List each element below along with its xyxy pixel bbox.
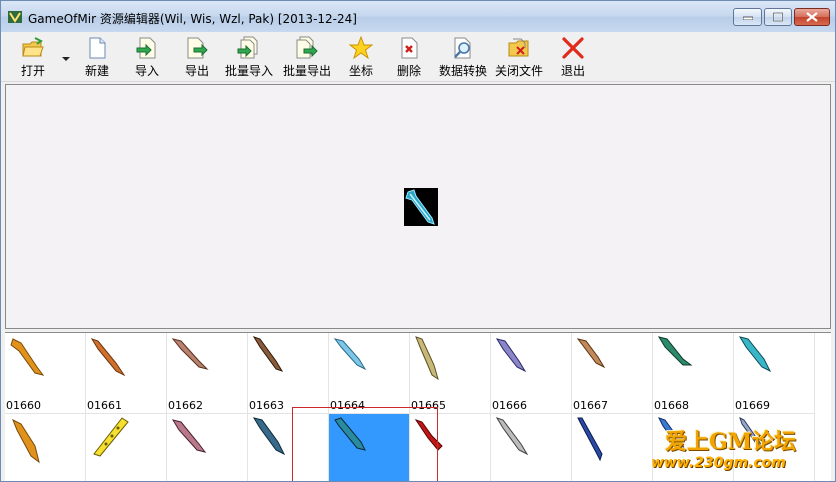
- weapon-thumbnail-image: [90, 338, 126, 377]
- weapon-thumbnail-image: [495, 417, 529, 456]
- weapon-thumbnail-image: [577, 417, 603, 462]
- close-file-button[interactable]: 关闭文件: [491, 34, 547, 80]
- open-button[interactable]: 打开: [11, 34, 55, 80]
- thumbnail-cell[interactable]: 01669: [734, 333, 815, 414]
- preview-sword-image: [404, 188, 438, 226]
- batch-import-icon: [237, 36, 258, 59]
- data-convert-button[interactable]: 数据转换: [435, 34, 491, 80]
- thumbnail-cell[interactable]: [86, 414, 167, 481]
- toolbar: 打开 新建 导入 导出 批量导入 批量导出 坐标 删除 数据转换 关闭文件 退出: [1, 32, 835, 82]
- import-icon: [136, 37, 156, 59]
- thumbnail-cell[interactable]: [572, 414, 653, 481]
- main-window: GameOfMir 资源编辑器(Wil, Wis, Wzl, Pak) [201…: [0, 0, 836, 482]
- close-file-icon: [508, 38, 529, 57]
- image-preview-panel[interactable]: [5, 84, 831, 329]
- thumbnail-cell[interactable]: 01661: [86, 333, 167, 414]
- close-icon: [806, 12, 818, 22]
- convert-icon: [454, 37, 471, 59]
- close-button[interactable]: [794, 8, 830, 26]
- new-file-icon: [89, 37, 106, 59]
- weapon-thumbnail-image: [333, 338, 367, 371]
- minimize-icon: [742, 16, 753, 20]
- thumbnail-cell[interactable]: [167, 414, 248, 481]
- weapon-thumbnail-image: [495, 338, 527, 373]
- weapon-thumbnail-image: [576, 338, 606, 369]
- exit-icon: [562, 37, 584, 59]
- minimize-button[interactable]: [733, 8, 762, 26]
- maximize-icon: [773, 12, 783, 22]
- app-icon: [8, 11, 22, 23]
- watermark-title: 爱上GM论坛: [665, 429, 797, 455]
- batch-export-icon: [296, 36, 318, 59]
- thumbnail-cell[interactable]: 01666: [491, 333, 572, 414]
- open-dropdown-arrow-icon[interactable]: [62, 56, 70, 62]
- thumbnail-cell[interactable]: 01664: [329, 333, 410, 414]
- weapon-thumbnail-image: [171, 419, 207, 453]
- thumbnail-cell[interactable]: 01667: [572, 333, 653, 414]
- exit-button[interactable]: 退出: [553, 34, 593, 80]
- batch-export-button[interactable]: 批量导出: [279, 34, 335, 80]
- thumbnail-cell[interactable]: 01662: [167, 333, 248, 414]
- weapon-thumbnail-image: [657, 336, 693, 366]
- weapon-thumbnail-image: [415, 336, 439, 381]
- watermark-url: www.230gm.com: [651, 455, 786, 471]
- thumbnail-cell[interactable]: 01665: [410, 333, 491, 414]
- watermark: 爱上GM论坛 www.230gm.com: [651, 421, 831, 477]
- title-bar[interactable]: GameOfMir 资源编辑器(Wil, Wis, Wzl, Pak) [201…: [1, 1, 835, 32]
- thumbnail-cell[interactable]: 01660: [5, 333, 86, 414]
- weapon-thumbnail-image: [738, 336, 772, 373]
- import-button[interactable]: 导入: [127, 34, 167, 80]
- export-icon: [187, 37, 208, 59]
- weapon-thumbnail-image: [10, 338, 45, 376]
- weapon-thumbnail-image: [93, 417, 129, 457]
- star-icon: [349, 36, 373, 60]
- coordinate-button[interactable]: 坐标: [341, 34, 381, 80]
- thumbnail-cell[interactable]: 01663: [248, 333, 329, 414]
- thumbnail-cell[interactable]: 01668: [653, 333, 734, 414]
- weapon-thumbnail-image: [12, 418, 40, 464]
- new-button[interactable]: 新建: [77, 34, 117, 80]
- export-button[interactable]: 导出: [177, 34, 217, 80]
- batch-import-button[interactable]: 批量导入: [223, 34, 275, 80]
- window-title: GameOfMir 资源编辑器(Wil, Wis, Wzl, Pak) [201…: [28, 12, 357, 26]
- folder-open-icon: [22, 37, 44, 57]
- weapon-thumbnail-image: [252, 336, 284, 372]
- thumbnail-cell[interactable]: [5, 414, 86, 481]
- delete-icon: [401, 37, 418, 59]
- thumbnail-cell[interactable]: [491, 414, 572, 481]
- focus-rectangle: [292, 407, 438, 481]
- maximize-button[interactable]: [764, 8, 792, 26]
- delete-button[interactable]: 删除: [389, 34, 429, 80]
- weapon-thumbnail-image: [171, 338, 209, 370]
